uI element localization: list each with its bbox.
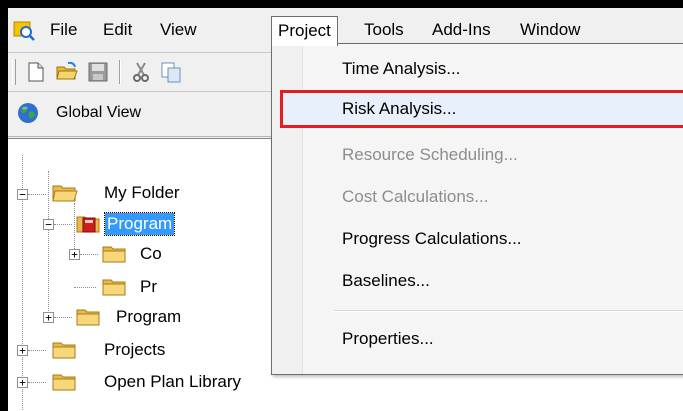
project-menu-dropdown: Time Analysis... Risk Analysis... Resour… bbox=[271, 43, 683, 375]
tree-expand-toggle[interactable]: + bbox=[17, 377, 28, 388]
menu-item-risk-analysis[interactable]: Risk Analysis... bbox=[280, 90, 683, 128]
tree-item-program-selected[interactable]: Program bbox=[103, 212, 176, 236]
toolbar-separator bbox=[119, 60, 121, 84]
menu-item-time-analysis[interactable]: Time Analysis... bbox=[280, 50, 683, 88]
menu-separator bbox=[334, 310, 683, 312]
tree-collapse-toggle[interactable]: − bbox=[17, 189, 28, 200]
tree-item-pr[interactable]: Pr bbox=[140, 276, 157, 298]
menu-item-progress-calculations[interactable]: Progress Calculations... bbox=[280, 220, 683, 258]
new-document-icon[interactable] bbox=[24, 60, 48, 84]
tree-connector bbox=[74, 287, 96, 288]
application-window: File Edit View Project Tools Add-Ins Win… bbox=[8, 8, 683, 411]
tree-expand-toggle[interactable]: + bbox=[17, 345, 28, 356]
folder-icon bbox=[102, 246, 126, 263]
folder-icon bbox=[102, 279, 126, 296]
cut-icon[interactable] bbox=[129, 60, 153, 84]
tree-item-co[interactable]: Co bbox=[140, 243, 162, 265]
menu-item-baselines[interactable]: Baselines... bbox=[280, 262, 683, 300]
tree-connector bbox=[80, 254, 98, 255]
menu-edit[interactable]: Edit bbox=[97, 16, 138, 44]
menu-item-properties[interactable]: Properties... bbox=[280, 320, 683, 358]
folder-icon bbox=[52, 342, 76, 359]
program-folder-icon bbox=[76, 216, 100, 233]
folder-open-icon bbox=[52, 185, 78, 202]
tree-item-my-folder[interactable]: My Folder bbox=[104, 182, 180, 204]
tree-expand-toggle[interactable]: + bbox=[43, 312, 54, 323]
menu-view[interactable]: View bbox=[154, 16, 203, 44]
menu-window[interactable]: Window bbox=[514, 16, 586, 44]
folder-icon bbox=[76, 309, 100, 326]
tree-connector bbox=[48, 171, 49, 311]
folder-icon bbox=[52, 374, 76, 391]
tree-connector bbox=[28, 194, 46, 195]
tree-item-open-plan-library[interactable]: Open Plan Library bbox=[104, 371, 241, 393]
globe-icon bbox=[18, 103, 38, 123]
tree-connector bbox=[54, 317, 72, 318]
menu-item-resource-scheduling: Resource Scheduling... bbox=[342, 145, 518, 164]
tree-item-program[interactable]: Program bbox=[116, 306, 181, 328]
open-folder-icon[interactable] bbox=[55, 60, 79, 84]
save-icon[interactable] bbox=[86, 60, 110, 84]
menu-add-ins[interactable]: Add-Ins bbox=[426, 16, 497, 44]
menu-project[interactable]: Project bbox=[271, 16, 338, 46]
tree-item-projects[interactable]: Projects bbox=[104, 339, 165, 361]
tree-connector bbox=[28, 350, 46, 351]
menu-item-cost-calculations: Cost Calculations... bbox=[342, 187, 489, 206]
toolbar-grip[interactable] bbox=[12, 59, 16, 85]
menu-file[interactable]: File bbox=[44, 16, 83, 44]
tree-connector bbox=[28, 382, 46, 383]
app-logo-icon bbox=[13, 21, 35, 41]
menu-tools[interactable]: Tools bbox=[358, 16, 410, 44]
tree-expand-toggle[interactable]: + bbox=[69, 249, 80, 260]
tree-connector bbox=[54, 224, 72, 225]
global-view-label: Global View bbox=[56, 104, 142, 121]
tree-collapse-toggle[interactable]: − bbox=[43, 219, 54, 230]
copy-icon[interactable] bbox=[159, 60, 183, 84]
